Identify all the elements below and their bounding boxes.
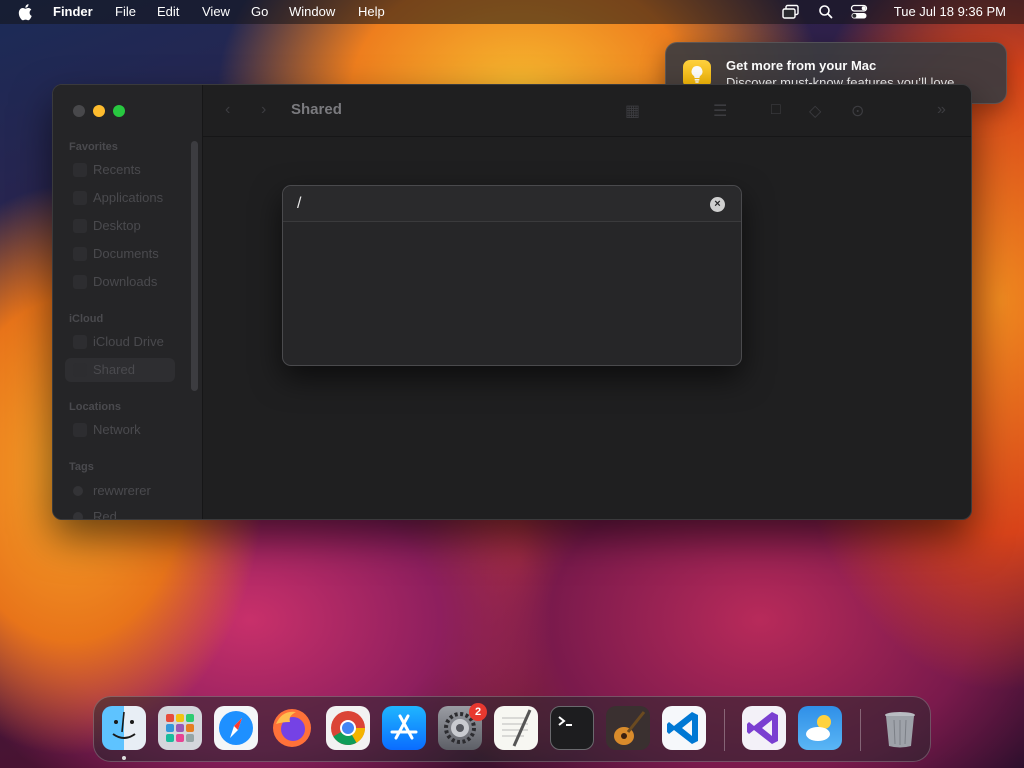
zoom-button[interactable] (113, 105, 125, 117)
sidebar-section-locations: Locations (69, 401, 121, 413)
guitar-icon (614, 711, 646, 745)
sidebar-item-label: Documents (93, 246, 159, 261)
applications-icon (73, 191, 87, 205)
sidebar-item-label: Applications (93, 190, 164, 205)
terminal-icon (558, 716, 572, 726)
sidebar-item-label: Downloads (93, 274, 158, 289)
chrome-icon (331, 711, 365, 745)
sidebar-tag-red[interactable]: Red (65, 505, 175, 520)
dock-visual-studio[interactable] (742, 706, 786, 750)
menu-edit[interactable]: Edit (157, 4, 179, 19)
dock-terminal[interactable] (550, 706, 594, 750)
sidebar-item-label: Recents (93, 162, 141, 177)
sidebar-item-shared[interactable]: Shared (65, 358, 175, 382)
tag-dot-icon (73, 486, 83, 496)
suggestions-list (283, 223, 741, 366)
clock-icon (73, 163, 87, 177)
menu-view[interactable]: View (202, 4, 230, 19)
sidebar-item-downloads[interactable]: Downloads (65, 270, 175, 294)
sidebar-item-icloud-drive[interactable]: iCloud Drive (65, 330, 175, 354)
dock-vscode[interactable] (662, 706, 706, 750)
firefox-icon (273, 709, 311, 747)
document-icon (73, 247, 87, 261)
minimize-button[interactable] (93, 105, 105, 117)
menu-clock[interactable]: Tue Jul 18 9:36 PM (894, 4, 1006, 19)
menu-go[interactable]: Go (251, 4, 268, 19)
dock-textedit[interactable] (494, 706, 538, 750)
sidebar-item-documents[interactable]: Documents (65, 242, 175, 266)
dock-firefox[interactable] (270, 706, 314, 750)
dock-finder[interactable] (102, 706, 146, 750)
tag-dot-icon (73, 512, 83, 519)
more-actions-icon[interactable]: ⊙ (851, 101, 864, 121)
dock-launchpad[interactable] (158, 706, 202, 750)
download-icon (73, 275, 87, 289)
app-store-icon (390, 714, 418, 740)
settings-badge: 2 (469, 703, 487, 721)
dock-weather[interactable] (798, 706, 842, 750)
back-arrow-icon[interactable]: ‹ (225, 101, 230, 119)
dock-chrome[interactable] (326, 706, 370, 750)
dock-separator (724, 709, 725, 751)
group-icon[interactable]: ☰ (713, 101, 727, 121)
globe-icon (73, 423, 87, 437)
menu-window[interactable]: Window (289, 4, 335, 19)
tag-icon[interactable]: ◇ (809, 101, 821, 121)
sidebar-section-icloud: iCloud (69, 313, 104, 325)
finder-face-icon (112, 711, 136, 739)
finder-toolbar: ‹ › Shared ▦ ☰ □ ◇ ⊙ » (203, 85, 971, 137)
finder-running-indicator (122, 756, 126, 760)
control-center-icon[interactable] (850, 4, 868, 20)
vscode-icon (667, 712, 698, 744)
go-to-folder-dialog: × (282, 185, 742, 366)
close-button[interactable] (73, 105, 85, 117)
visual-studio-icon (747, 712, 778, 744)
screen-mirroring-icon[interactable] (782, 4, 800, 20)
apple-menu-icon[interactable] (18, 3, 34, 21)
clear-icon[interactable]: × (710, 197, 725, 212)
sidebar-item-label: Network (93, 422, 141, 437)
dock-garageband[interactable] (606, 706, 650, 750)
dock-separator (860, 709, 861, 751)
sidebar-item-desktop[interactable]: Desktop (65, 214, 175, 238)
dock-safari[interactable] (214, 706, 258, 750)
dock-app-store[interactable] (382, 706, 426, 750)
search-icon[interactable] (817, 4, 835, 20)
sidebar-item-network[interactable]: Network (65, 418, 175, 442)
shared-folder-icon (73, 363, 87, 377)
sidebar-item-recents[interactable]: Recents (65, 158, 175, 182)
pen-paper-icon (502, 709, 532, 747)
path-input[interactable] (297, 192, 697, 216)
launchpad-grid-icon (166, 714, 194, 742)
sidebar-tag-rewwrerer[interactable]: rewwrerer (65, 479, 175, 503)
menu-help[interactable]: Help (358, 4, 385, 19)
sidebar-section-favorites: Favorites (69, 141, 118, 153)
sidebar-item-label: Shared (93, 362, 135, 377)
menu-bar: Finder File Edit View Go Window Help Tue… (0, 0, 1024, 24)
sidebar-item-applications[interactable]: Applications (65, 186, 175, 210)
notification-title: Get more from your Mac (726, 58, 877, 73)
dock: 2 (93, 696, 931, 762)
view-grid-icon[interactable]: ▦ (625, 101, 640, 121)
sidebar-item-label: Desktop (93, 218, 141, 233)
sidebar-section-tags: Tags (69, 461, 94, 473)
menu-file[interactable]: File (115, 4, 136, 19)
sidebar-item-label: rewwrerer (93, 483, 151, 498)
dock-trash[interactable] (878, 706, 922, 750)
cloud-icon (73, 335, 87, 349)
cloud-sun-icon (806, 715, 831, 741)
finder-sidebar: Favorites Recents Applications Desktop D… (53, 85, 203, 519)
menu-app-finder[interactable]: Finder (53, 4, 93, 19)
sidebar-item-label: iCloud Drive (93, 334, 164, 349)
compass-icon (219, 711, 253, 745)
chevron-right-icon[interactable]: » (937, 101, 946, 119)
window-title: Shared (291, 101, 342, 118)
sidebar-scrollbar[interactable] (191, 141, 198, 391)
path-field-container: × (283, 186, 741, 222)
share-icon[interactable]: □ (771, 101, 781, 119)
forward-arrow-icon[interactable]: › (261, 101, 266, 119)
trash-icon (885, 712, 915, 748)
desktop-icon (73, 219, 87, 233)
sidebar-item-label: Red (93, 509, 117, 520)
